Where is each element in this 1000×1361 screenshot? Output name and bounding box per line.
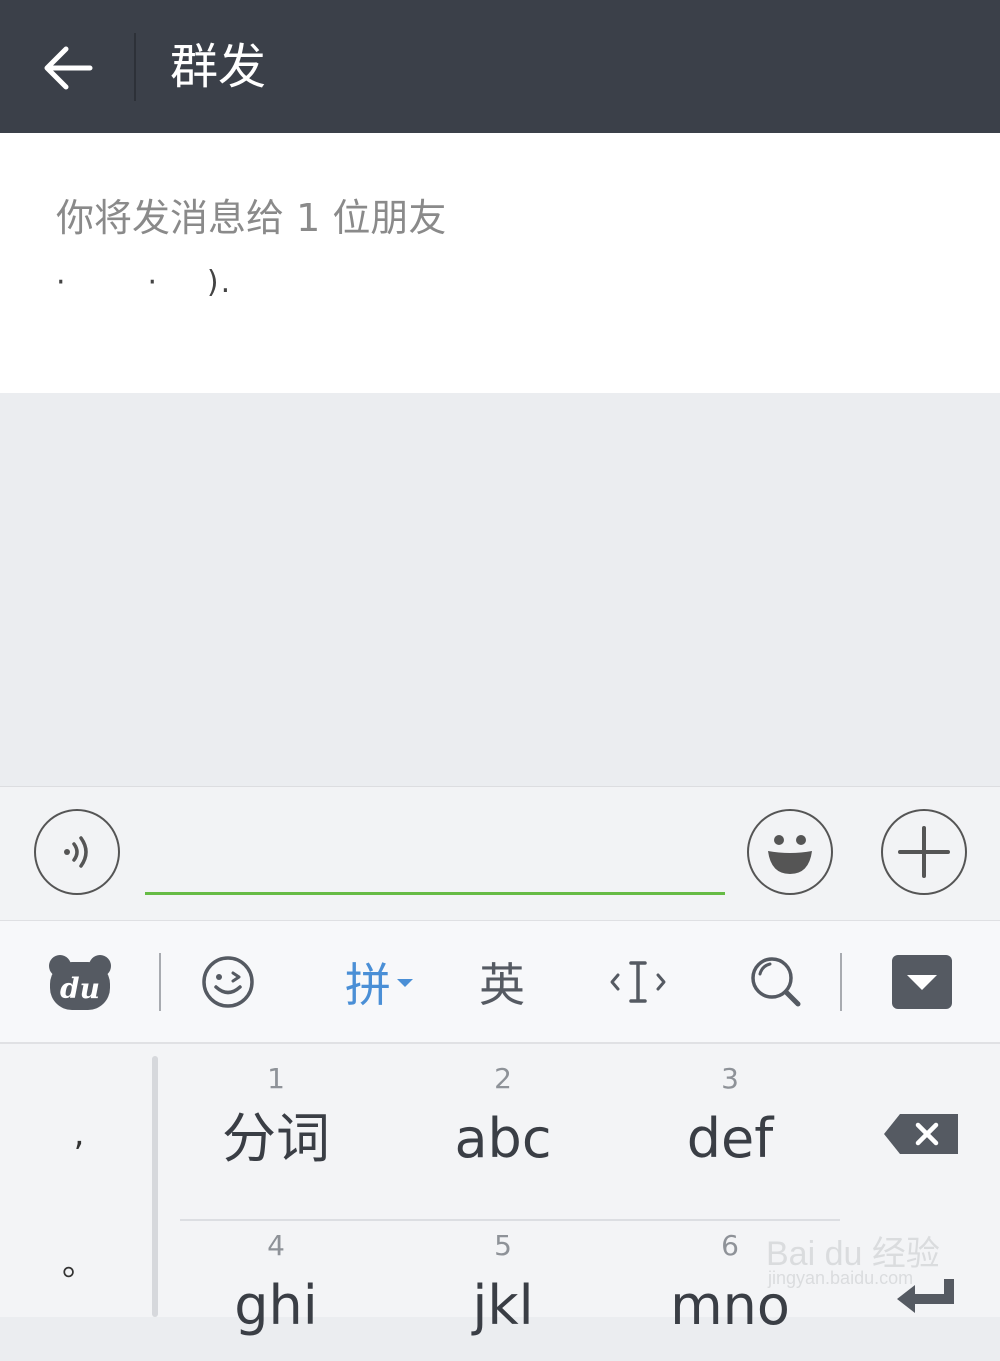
- keyboard-search-button[interactable]: [740, 921, 812, 1043]
- key-label: 分词: [222, 1107, 330, 1170]
- bear-logo-icon: du: [49, 955, 111, 1010]
- plus-icon: [898, 826, 950, 878]
- smiley-icon: [768, 835, 812, 874]
- chat-input-bar: [0, 786, 1000, 920]
- emoji-button[interactable]: [747, 809, 833, 895]
- pinyin-label: 拼: [345, 958, 391, 1012]
- keyboard-emoji-button[interactable]: [192, 921, 264, 1043]
- baidu-input-logo-button[interactable]: du: [40, 921, 120, 1043]
- more-options-button[interactable]: [881, 809, 967, 895]
- pinyin-mode-button[interactable]: 拼: [330, 921, 430, 1043]
- key-1[interactable]: 1 分词: [166, 1044, 386, 1194]
- collapse-keyboard-icon: [892, 955, 952, 1009]
- key-5[interactable]: 5 jkl: [393, 1211, 613, 1361]
- baidu-jingyan-watermark: Bai du 经验 jingyan.baidu.com: [766, 1218, 956, 1298]
- recipient-card: 你将发消息给 1 位朋友 · · ).: [0, 133, 1000, 393]
- key-number: 2: [494, 1062, 512, 1095]
- hide-keyboard-button[interactable]: [882, 921, 962, 1043]
- key-number: 3: [721, 1062, 739, 1095]
- top-bar: 群发: [0, 0, 1000, 133]
- key-4[interactable]: 4 ghi: [166, 1211, 386, 1361]
- message-input[interactable]: [145, 823, 725, 895]
- logo-text: du: [60, 972, 100, 1005]
- back-button[interactable]: [30, 30, 106, 106]
- key-number: 5: [494, 1229, 512, 1262]
- toolbar-divider: [840, 953, 842, 1011]
- key-number: 1: [267, 1062, 285, 1095]
- voice-icon: [64, 836, 88, 868]
- back-arrow-icon: [44, 46, 93, 90]
- page-title: 群发: [170, 39, 267, 95]
- recipient-count-text: 你将发消息给 1 位朋友: [56, 196, 447, 240]
- watermark-url: jingyan.baidu.com: [768, 1268, 914, 1288]
- key-3[interactable]: 3 def: [620, 1044, 840, 1194]
- punctuation-column: , 。: [0, 1044, 158, 1317]
- key-label: def: [686, 1107, 774, 1170]
- dropdown-caret-icon: [397, 979, 413, 987]
- cursor-move-button[interactable]: [600, 921, 676, 1043]
- voice-input-button[interactable]: [34, 809, 120, 895]
- key-label: ghi: [234, 1274, 318, 1337]
- backspace-key[interactable]: [862, 1074, 982, 1194]
- text-cursor-icon: [610, 961, 666, 1003]
- key-2[interactable]: 2 abc: [393, 1044, 613, 1194]
- key-label: jkl: [472, 1274, 534, 1337]
- header-divider: [134, 33, 136, 101]
- english-label: 英: [479, 958, 525, 1012]
- comma-key[interactable]: ,: [0, 1074, 158, 1194]
- message-area: [0, 393, 1000, 786]
- key-number: 4: [267, 1229, 285, 1262]
- punctuation-divider: [152, 1056, 158, 1317]
- key-label: abc: [454, 1107, 552, 1170]
- wink-face-icon: [202, 956, 254, 1008]
- keyboard-toolbar: du 拼 英: [0, 920, 1000, 1044]
- toolbar-divider: [159, 953, 161, 1011]
- english-mode-button[interactable]: 英: [462, 921, 542, 1043]
- search-icon: [751, 957, 801, 1007]
- backspace-icon: [884, 1114, 958, 1154]
- recipient-names: · · ).: [56, 265, 233, 300]
- period-key[interactable]: 。: [0, 1200, 158, 1320]
